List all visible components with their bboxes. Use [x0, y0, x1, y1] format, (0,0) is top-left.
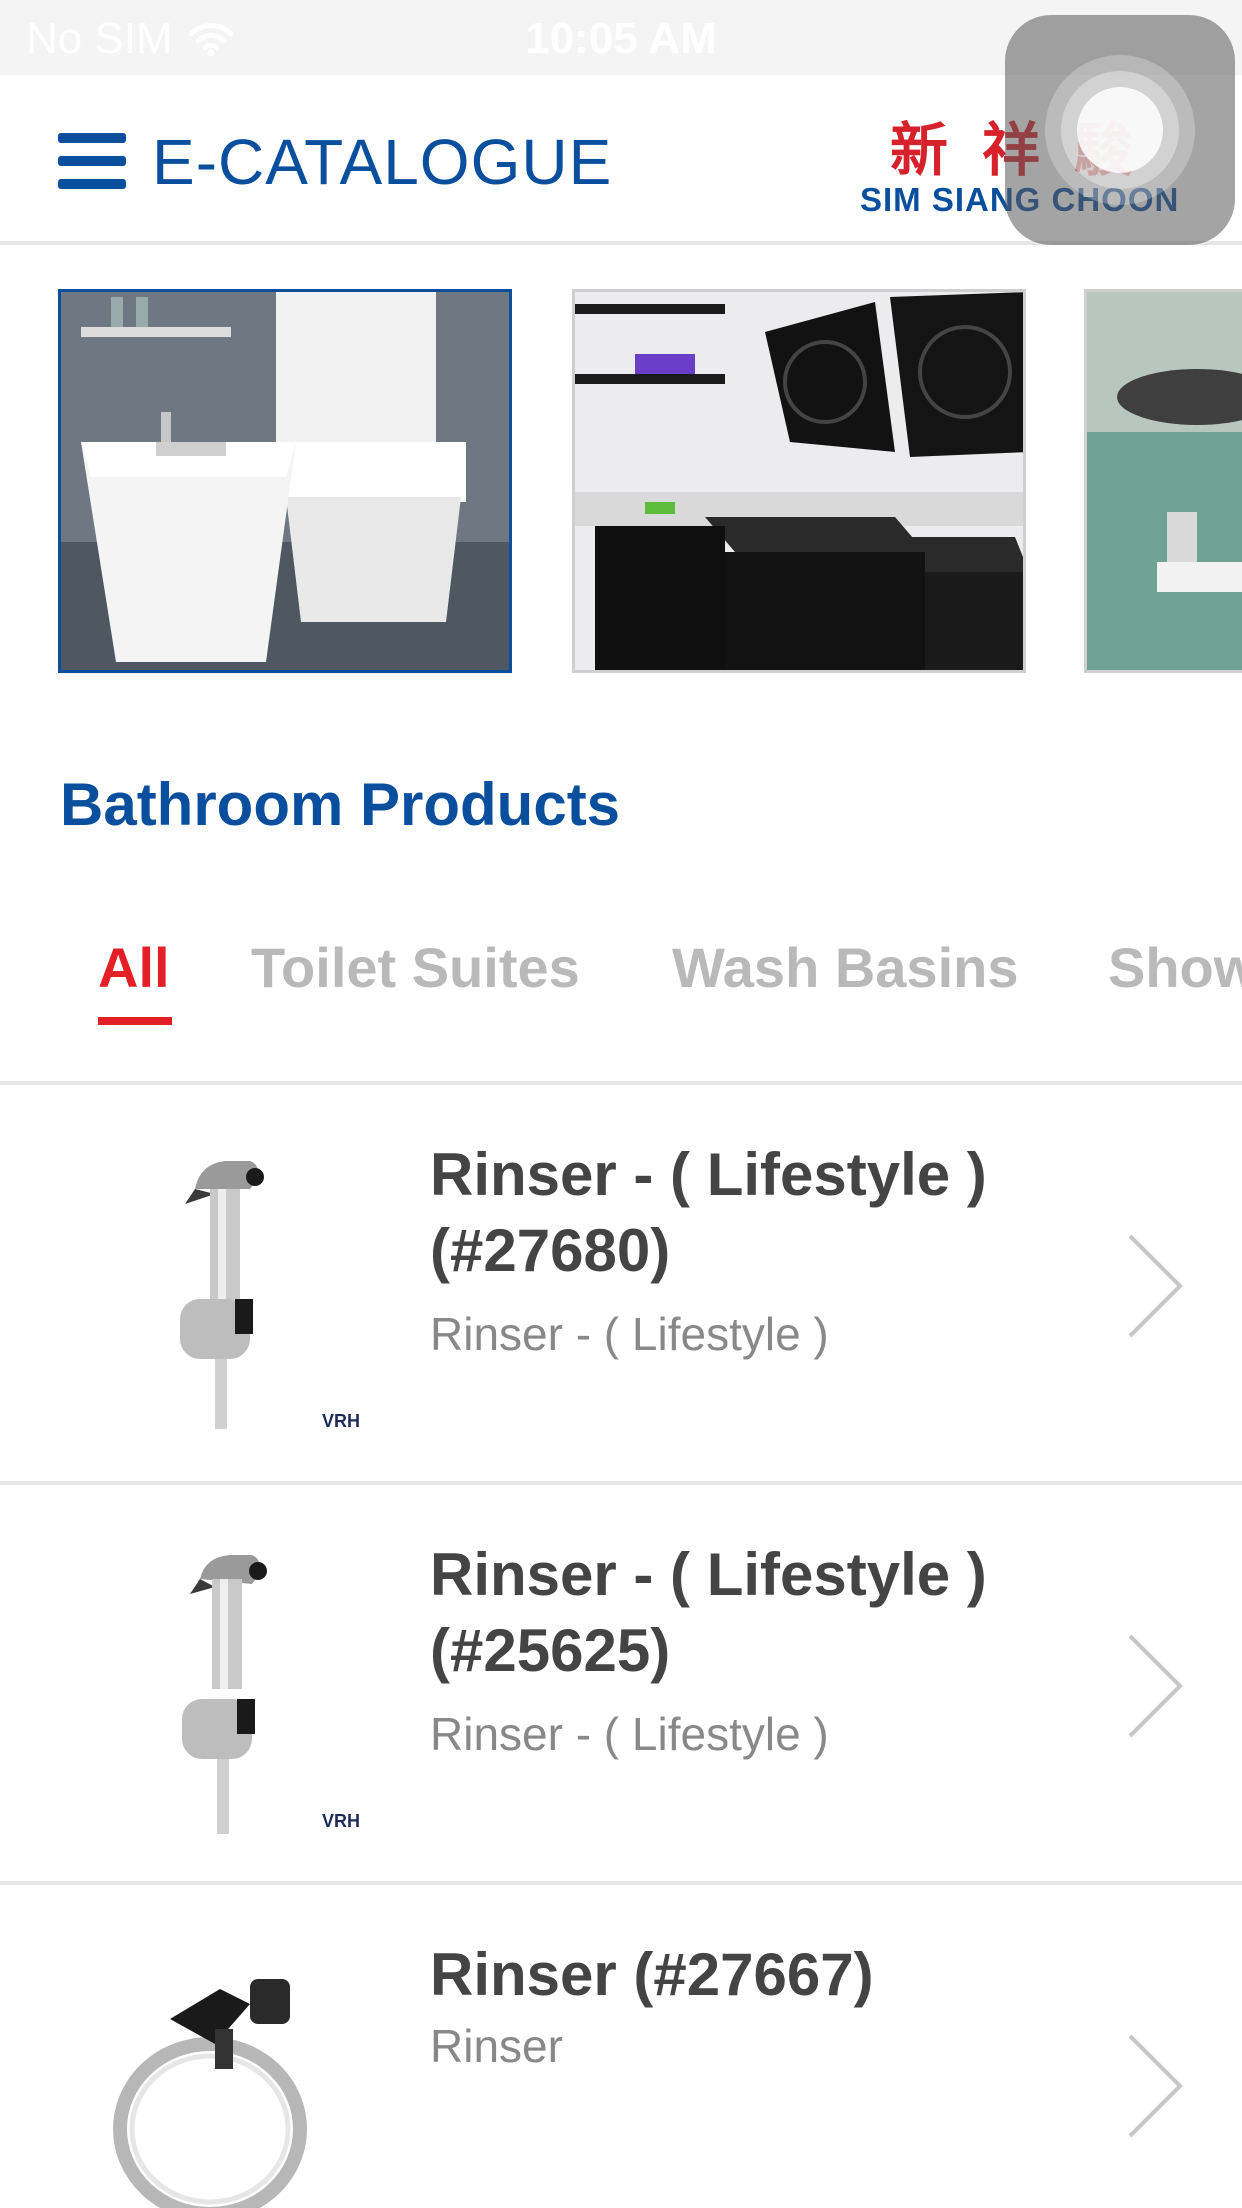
section-title: Bathroom Products — [60, 771, 621, 838]
category-carousel[interactable] — [0, 285, 1242, 675]
brand-mark: VRH — [322, 1811, 361, 1831]
product-thumbnail — [100, 1549, 380, 1839]
category-card-bathroom[interactable] — [58, 289, 512, 673]
tab-wash-basins[interactable]: Wash Basins — [672, 935, 1018, 1000]
product-subtitle: Rinser — [430, 2020, 563, 2072]
chevron-right-icon — [1128, 1634, 1183, 1738]
assistive-touch-button[interactable] — [1005, 15, 1235, 245]
kitchen-image — [575, 292, 1023, 670]
page-title: E-CATALOGUE — [152, 126, 613, 198]
chevron-right-icon — [1128, 2034, 1183, 2138]
product-thumbnail — [100, 1949, 380, 2208]
tab-toilet-suites[interactable]: Toilet Suites — [251, 935, 580, 1000]
tab-showers[interactable]: Show — [1108, 935, 1242, 1000]
category-card-sink[interactable] — [1084, 289, 1242, 673]
chevron-right-icon — [1128, 1234, 1183, 1338]
brand-mark: VRH — [322, 1411, 361, 1431]
product-row[interactable]: VRH Rinser - ( Lifestyle ) (#27680) Rins… — [0, 1089, 1242, 1485]
category-card-kitchen[interactable] — [572, 289, 1026, 673]
active-tab-indicator — [98, 1017, 172, 1025]
product-thumbnail — [100, 1149, 380, 1439]
product-name: Rinser (#27667) — [430, 1941, 874, 2008]
product-name: Rinser - ( Lifestyle ) (#27680) — [430, 1141, 987, 1284]
bathroom-image — [61, 292, 509, 670]
product-row[interactable]: VRH Rinser - ( Lifestyle ) (#25625) Rins… — [0, 1489, 1242, 1885]
filter-tabs: All Toilet Suites Wash Basins Show — [0, 935, 1242, 1085]
sink-image — [1087, 292, 1242, 670]
product-subtitle: Rinser - ( Lifestyle ) — [430, 1708, 829, 1760]
hamburger-menu-icon[interactable] — [58, 133, 126, 189]
product-subtitle: Rinser - ( Lifestyle ) — [430, 1308, 829, 1360]
product-name: Rinser - ( Lifestyle ) (#25625) — [430, 1541, 987, 1684]
product-row[interactable]: Rinser (#27667) Rinser — [0, 1889, 1242, 2208]
tab-all[interactable]: All — [98, 935, 170, 1000]
